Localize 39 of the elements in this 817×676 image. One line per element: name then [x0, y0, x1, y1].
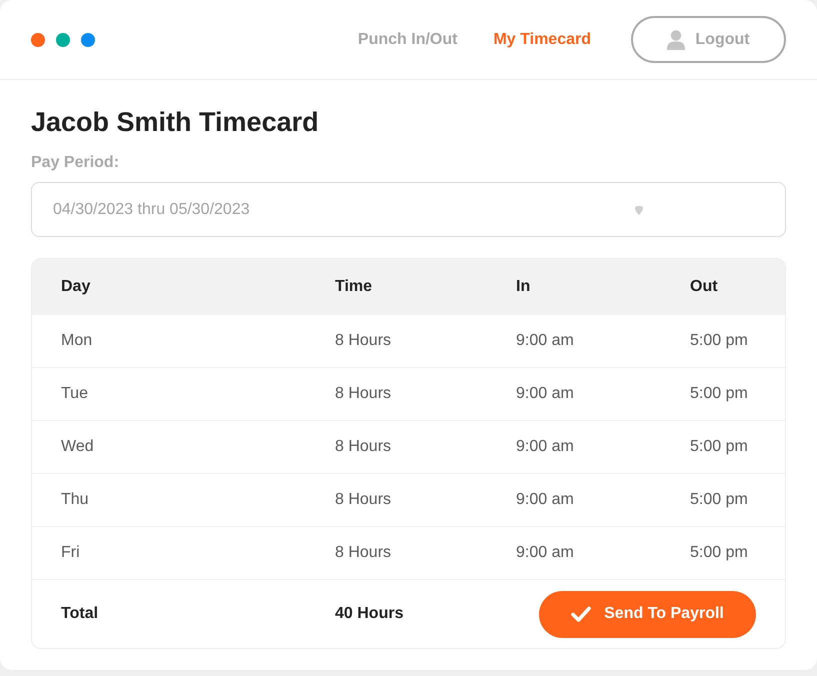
table-cell: 5:00 pm [690, 438, 748, 456]
nav-link[interactable]: My Timecard [493, 30, 591, 48]
table-cell: 8 Hours [335, 438, 392, 456]
table-cell: 8 Hours [335, 332, 392, 350]
window-dot-icon [81, 32, 95, 46]
pay-period-dropdown[interactable]: 04/30/2023 thru 05/30/2023 [31, 182, 786, 237]
field-label: Pay Period: [31, 153, 120, 173]
table-cell: 9:00 am [516, 438, 574, 456]
table-cell: Fri [61, 544, 80, 562]
logout-button[interactable]: Logout [631, 16, 786, 63]
column-header: In [516, 278, 530, 296]
send-to-payroll-button[interactable]: Send To Payroll [539, 590, 756, 638]
table-cell: 9:00 am [516, 385, 574, 403]
table-cell: 8 Hours [335, 544, 392, 562]
caret-icon [635, 206, 643, 215]
total-hours: 40 Hours [335, 605, 404, 623]
nav-link[interactable]: Punch In/Out [358, 30, 458, 48]
total-label: Total [61, 605, 98, 623]
table-cell: 5:00 pm [690, 544, 748, 562]
table-cell: 5:00 pm [690, 385, 748, 403]
table-cell: Tue [61, 385, 88, 403]
page-title: Jacob Smith Timecard [31, 106, 319, 139]
table-cell: 9:00 am [516, 332, 574, 350]
table-cell: 8 Hours [335, 385, 392, 403]
window-dot-icon [56, 32, 70, 46]
table-cell: Wed [61, 438, 94, 456]
table-cell: 9:00 am [516, 491, 574, 509]
column-header: Time [335, 278, 372, 296]
table-cell: 5:00 pm [690, 491, 748, 509]
window-dot-icon [31, 32, 45, 46]
table-cell: 8 Hours [335, 491, 392, 509]
column-header: Out [690, 278, 718, 296]
table-cell: Thu [61, 491, 89, 509]
table-cell: 9:00 am [516, 544, 574, 562]
column-header: Day [61, 278, 90, 296]
user-icon [667, 30, 686, 50]
table-cell: Mon [61, 332, 92, 350]
check-icon [571, 606, 592, 622]
table-cell: 5:00 pm [690, 332, 748, 350]
